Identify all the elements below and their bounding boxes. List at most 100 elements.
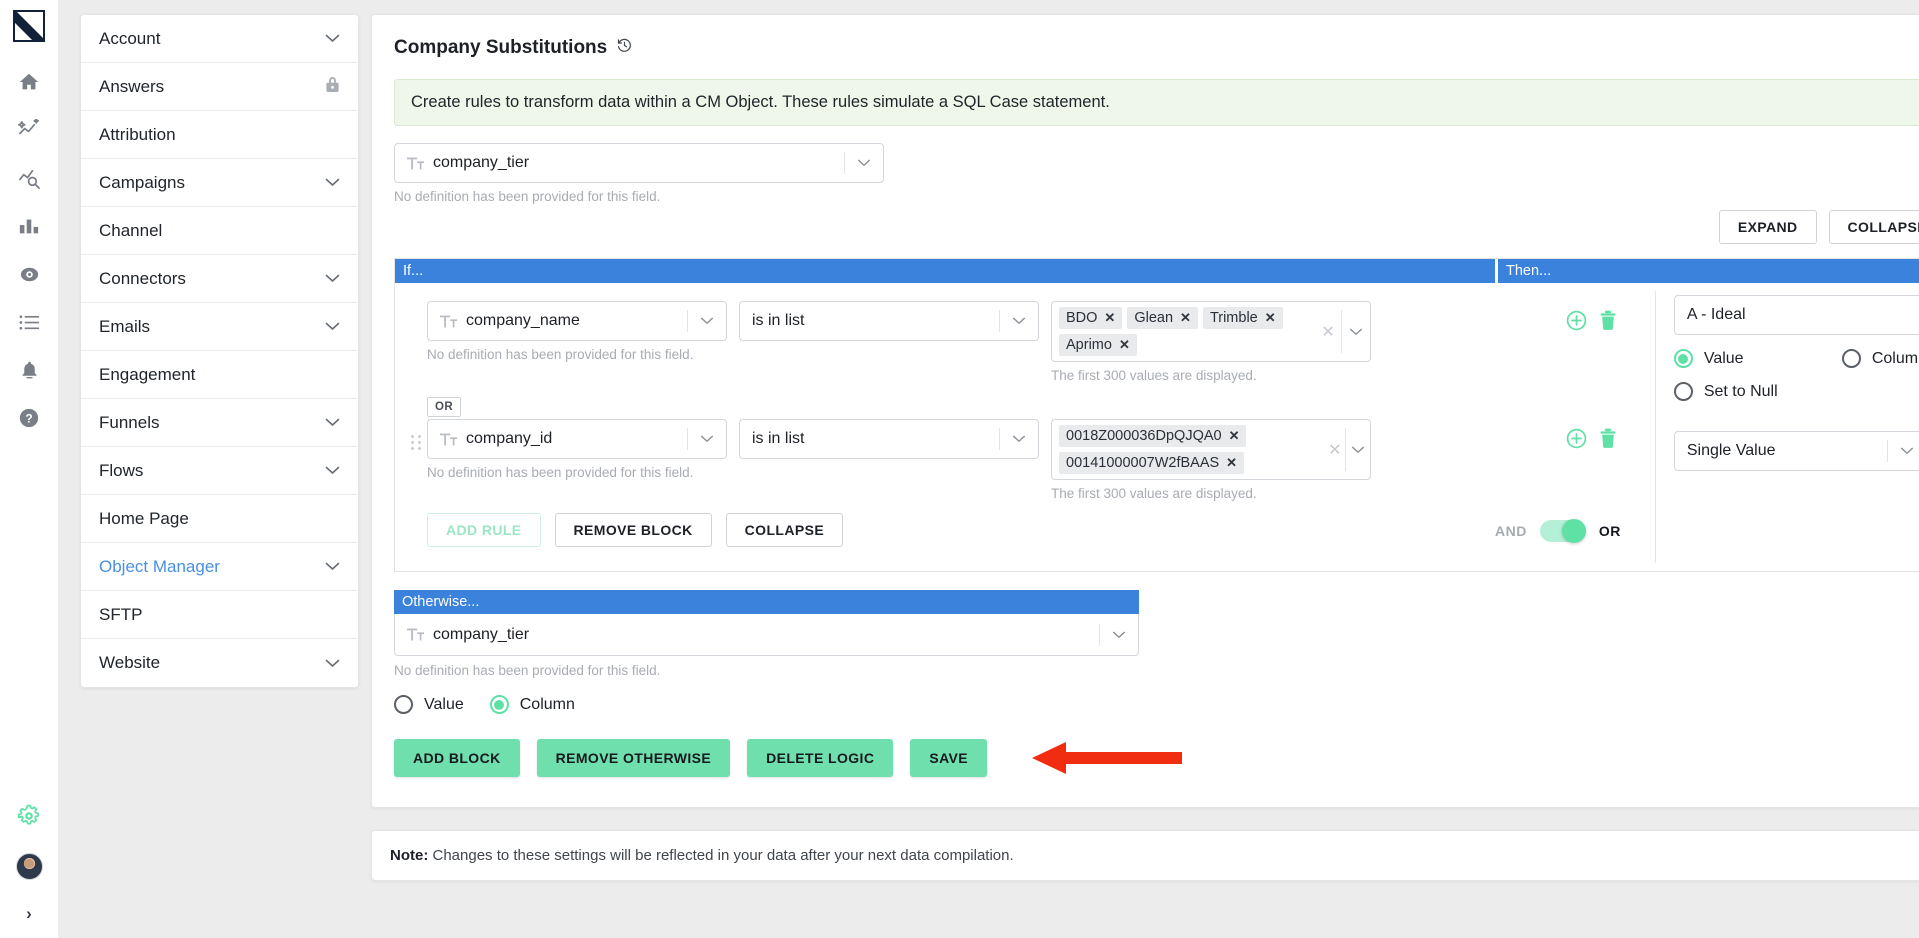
sidebar-item-label: Campaigns [99, 172, 185, 192]
value-chip[interactable]: 0018Z000036DpQJQA0 ✕ [1059, 425, 1247, 447]
main-column: Company Substitutions Create rules to tr… [371, 0, 1919, 938]
history-icon[interactable] [616, 37, 633, 59]
sidebar-item-flows[interactable]: Flows [81, 447, 358, 495]
sidebar-item-engagement[interactable]: Engagement [81, 351, 358, 399]
otherwise-header: Otherwise... [394, 590, 1139, 614]
note-prefix: Note: [390, 847, 429, 864]
collapse-all-button[interactable]: COLLAPSE [1828, 210, 1919, 244]
rule-values-multiselect[interactable]: 0018Z000036DpQJQA0 ✕ 00141000007W2fBAAS … [1051, 419, 1371, 480]
sidebar-item-label: Engagement [99, 364, 196, 384]
chip-remove-icon[interactable]: ✕ [1180, 310, 1191, 326]
drag-handle[interactable] [405, 301, 427, 317]
rule-field-select[interactable]: company_id [427, 419, 727, 459]
page-title: Company Substitutions [394, 37, 608, 58]
otherwise-mode-column[interactable]: Column [489, 695, 575, 714]
sidebar-item-label: Flows [99, 460, 144, 480]
delete-logic-button[interactable]: DELETE LOGIC [747, 739, 894, 777]
sidebar-item-answers[interactable]: Answers [81, 63, 358, 111]
drag-handle[interactable] [405, 419, 427, 450]
rule-joiner: OR [395, 383, 1655, 417]
sidebar-item-funnels[interactable]: Funnels [81, 399, 358, 447]
sidebar-item-website[interactable]: Website [81, 639, 358, 687]
sidebar-item-account[interactable]: Account [81, 15, 358, 63]
then-value-type-select[interactable]: Single Value [1673, 431, 1919, 471]
user-avatar[interactable] [0, 844, 58, 888]
sidebar-item-sftp[interactable]: SFTP [81, 591, 358, 639]
home-icon[interactable] [0, 58, 58, 106]
sidebar-item-emails[interactable]: Emails [81, 303, 358, 351]
clear-all-icon[interactable]: ✕ [1316, 322, 1341, 342]
sidebar-item-home-page[interactable]: Home Page [81, 495, 358, 543]
sidebar-item-object-manager[interactable]: Object Manager [81, 543, 358, 591]
chevron-down-icon[interactable] [1342, 328, 1370, 336]
sidebar-item-attribution[interactable]: Attribution [81, 111, 358, 159]
clear-all-icon[interactable]: ✕ [1324, 440, 1345, 460]
sidebar-item-connectors[interactable]: Connectors [81, 255, 358, 303]
bell-icon[interactable] [0, 346, 58, 394]
discover-icon[interactable] [0, 250, 58, 298]
then-mode-value[interactable]: Value [1673, 349, 1842, 368]
app-logo[interactable] [13, 10, 45, 42]
then-mode-column[interactable]: Column [1841, 349, 1919, 368]
chevron-down-icon [325, 272, 340, 285]
collapse-block-button[interactable]: COLLAPSE [725, 513, 844, 547]
add-block-button[interactable]: ADD BLOCK [394, 739, 520, 777]
rule-values-multiselect[interactable]: BDO ✕ Glean ✕ Trimble ✕ Aprimo ✕ ✕ [1051, 301, 1371, 362]
and-or-toggle[interactable] [1539, 519, 1586, 543]
text-type-icon [407, 156, 424, 171]
chevron-down-icon[interactable] [688, 317, 726, 325]
chip-remove-icon[interactable]: ✕ [1119, 337, 1130, 353]
otherwise-field-select[interactable]: company_tier [394, 614, 1139, 656]
help-icon[interactable]: ? [0, 394, 58, 442]
chevron-down-icon[interactable] [1100, 631, 1138, 639]
text-type-icon [440, 314, 457, 329]
rule-field-select[interactable]: company_name [427, 301, 727, 341]
trash-icon[interactable] [1598, 427, 1618, 449]
plus-circle-icon[interactable] [1565, 309, 1588, 332]
value-chip[interactable]: Aprimo ✕ [1059, 334, 1137, 356]
target-field-select[interactable]: company_tier [394, 143, 884, 183]
sidebar-item-label: Website [99, 653, 161, 672]
sidebar-item-campaigns[interactable]: Campaigns [81, 159, 358, 207]
chip-remove-icon[interactable]: ✕ [1229, 428, 1240, 444]
expand-button[interactable]: EXPAND [1718, 210, 1817, 244]
remove-otherwise-button[interactable]: REMOVE OTHERWISE [536, 739, 731, 777]
value-chip[interactable]: BDO ✕ [1059, 307, 1123, 329]
chevron-down-icon[interactable] [1000, 317, 1038, 325]
sidebar-item-label: Connectors [99, 268, 186, 288]
chip-remove-icon[interactable]: ✕ [1265, 310, 1276, 326]
rule-operator-select[interactable]: is in list [739, 419, 1039, 459]
chip-remove-icon[interactable]: ✕ [1104, 310, 1115, 326]
rule-operator-select[interactable]: is in list [739, 301, 1039, 341]
value-chip[interactable]: 00141000007W2fBAAS ✕ [1059, 452, 1245, 474]
sidebar-item-channel[interactable]: Channel [81, 207, 358, 255]
insights-icon[interactable] [0, 106, 58, 154]
gear-icon[interactable] [0, 792, 58, 840]
then-value-input[interactable] [1673, 295, 1919, 335]
chevron-down-icon[interactable] [1888, 447, 1919, 455]
settings-nav-column: Account Answers Attribution Campaigns Ch… [58, 0, 371, 938]
save-button[interactable]: SAVE [910, 739, 988, 777]
value-chip[interactable]: Trimble ✕ [1202, 307, 1283, 329]
otherwise-mode-value[interactable]: Value [394, 695, 464, 714]
chevron-down-icon[interactable] [845, 159, 883, 167]
otherwise-mode-row: Value Column [394, 695, 1139, 714]
trash-icon[interactable] [1598, 309, 1618, 331]
value-chip[interactable]: Glean ✕ [1127, 307, 1198, 329]
expand-rail-button[interactable]: › [0, 888, 58, 938]
expand-collapse-row: EXPAND COLLAPSE [394, 210, 1919, 244]
rule-field-column: company_name No definition has been prov… [427, 301, 727, 383]
add-rule-button[interactable]: ADD RULE [427, 513, 541, 547]
remove-block-button[interactable]: REMOVE BLOCK [554, 513, 712, 547]
analyze-icon[interactable] [0, 154, 58, 202]
chevron-down-icon[interactable] [688, 435, 726, 443]
then-mode-set-to-null[interactable]: Set to Null [1673, 382, 1778, 401]
plus-circle-icon[interactable] [1565, 427, 1588, 450]
list-icon[interactable] [0, 298, 58, 346]
chip-remove-icon[interactable]: ✕ [1226, 455, 1237, 471]
chevron-down-icon[interactable] [1346, 446, 1370, 454]
rule-joiner-badge[interactable]: OR [427, 397, 462, 417]
or-label: OR [1598, 523, 1621, 539]
reports-icon[interactable] [0, 202, 58, 250]
chevron-down-icon[interactable] [1000, 435, 1038, 443]
